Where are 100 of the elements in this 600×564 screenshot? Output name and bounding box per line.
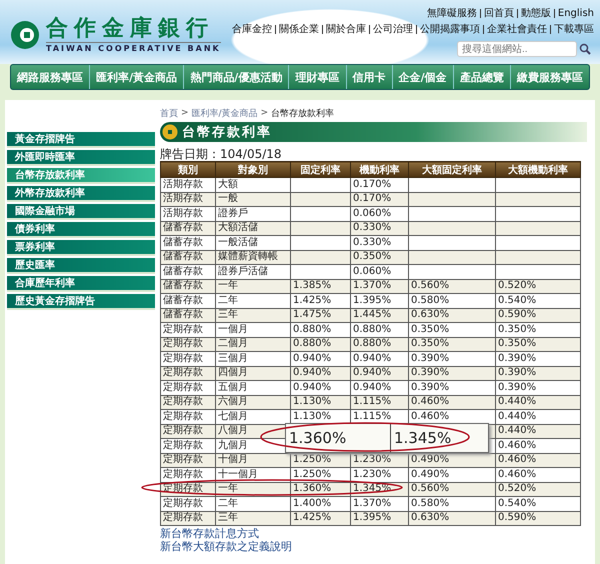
header-link[interactable]: English: [558, 8, 594, 18]
sidebar-item[interactable]: 黃金存摺牌告: [7, 132, 155, 148]
table-cell: 1.395%: [350, 511, 408, 526]
header-link[interactable]: 公司治理: [373, 22, 413, 36]
column-header: 機動利率: [350, 162, 408, 178]
info-link[interactable]: 新台幣大額存款之定義說明: [160, 540, 292, 553]
header-link[interactable]: 企業社會責任: [487, 22, 547, 36]
nav-item[interactable]: 產品總覽: [454, 65, 511, 89]
header-link[interactable]: 動態版: [520, 6, 551, 20]
table-cell: 儲蓄存款: [160, 264, 216, 279]
header-link[interactable]: 關於合庫: [326, 22, 366, 36]
table-cell: 定期存款: [160, 511, 216, 526]
nav-item[interactable]: 信用卡: [346, 65, 393, 89]
table-cell: 0.560%: [408, 279, 496, 294]
table-cell: 定期存款: [160, 395, 216, 410]
sidebar-item[interactable]: 歷史匯率: [7, 258, 155, 274]
header-link[interactable]: 關係企業: [279, 22, 319, 36]
header-link[interactable]: 下載專區: [554, 22, 594, 36]
table-cell: 0.590%: [496, 308, 580, 322]
sidebar-item[interactable]: 票券利率: [7, 240, 155, 256]
table-cell: 十個月: [216, 453, 290, 468]
header-link[interactable]: 公開揭露事項: [420, 22, 480, 36]
table-cell: 0.350%: [350, 250, 408, 264]
sidebar-item[interactable]: 台幣存放款利率: [7, 168, 155, 184]
table-cell: 定期存款: [160, 424, 216, 438]
search-icon[interactable]: [579, 43, 591, 55]
table-cell: 0.940%: [350, 380, 408, 395]
callout-value: 1.360%: [286, 424, 391, 452]
table-cell: 0.390%: [408, 380, 496, 395]
table-cell: 0.630%: [408, 308, 496, 322]
table-cell: 0.440%: [496, 424, 580, 438]
header-link[interactable]: 回首頁: [484, 6, 514, 20]
table-cell: 0.880%: [350, 322, 408, 337]
table-cell: 0.390%: [496, 380, 580, 395]
table-cell: 0.540%: [496, 496, 580, 511]
breadcrumb-separator: >: [260, 108, 268, 118]
table-cell: 0.170%: [350, 192, 408, 206]
table-cell: 媒體薪資轉帳: [216, 250, 290, 264]
table-cell: 0.440%: [496, 410, 580, 424]
table-cell: 0.490%: [408, 453, 496, 468]
table-cell: 0.390%: [496, 352, 580, 366]
table-cell: 儲蓄存款: [160, 236, 216, 250]
table-cell: 七個月: [216, 410, 290, 424]
page-title: 台幣存款利率: [182, 124, 272, 141]
sidebar-item[interactable]: 歷史黃金存摺牌告: [7, 294, 155, 310]
table-cell: 0.350%: [496, 322, 580, 337]
table-cell: 0.390%: [408, 352, 496, 366]
nav-item[interactable]: 網路服務專區: [11, 65, 90, 89]
nav-item[interactable]: 理財專區: [289, 65, 346, 89]
table-cell: 儲蓄存款: [160, 279, 216, 294]
sidebar-item[interactable]: 外幣存放款利率: [7, 186, 155, 202]
table-cell: 證券戶活儲: [216, 264, 290, 279]
nav-item[interactable]: 繳費服務專區: [510, 65, 589, 89]
table-cell: 0.520%: [496, 482, 580, 496]
bank-name: 合作金庫銀行: [46, 17, 215, 42]
table-cell: 三年: [216, 308, 290, 322]
table-cell: 0.880%: [290, 322, 350, 337]
column-header: 對象別: [216, 162, 290, 178]
column-header: 大額固定利率: [408, 162, 496, 178]
nav-item[interactable]: 企金/個金: [392, 65, 454, 89]
sidebar-item[interactable]: 外匯即時匯率: [7, 150, 155, 166]
table-cell: 定期存款: [160, 366, 216, 380]
table-cell: 六個月: [216, 395, 290, 410]
nav-item[interactable]: 匯利率/黃金商品: [90, 65, 184, 89]
table-cell: 0.330%: [350, 221, 408, 236]
table-cell: 0.580%: [408, 294, 496, 308]
table-cell: 定期存款: [160, 438, 216, 453]
table-cell: 一般: [216, 192, 290, 206]
table-cell: 0.940%: [290, 366, 350, 380]
table-cell: 1.370%: [350, 279, 408, 294]
table-cell: 0.940%: [350, 366, 408, 380]
nav-item[interactable]: 熱門商品/優惠活動: [184, 65, 290, 89]
header-link[interactable]: 合庫金控: [232, 22, 272, 36]
table-cell: 證券戶: [216, 206, 290, 221]
table-cell: 1.425%: [290, 294, 350, 308]
table-cell: 1.370%: [350, 496, 408, 511]
table-cell: 活期存款: [160, 206, 216, 221]
table-cell: 1.425%: [290, 511, 350, 526]
table-cell: 一般活儲: [216, 236, 290, 250]
table-cell: 二年: [216, 496, 290, 511]
bank-english-name: TAIWAN COOPERATIVE BANK: [46, 42, 221, 53]
bank-logo-icon: [10, 20, 40, 50]
coin-icon: [162, 124, 178, 140]
info-link[interactable]: 新台幣存款計息方式: [160, 527, 259, 540]
table-cell: 儲蓄存款: [160, 308, 216, 322]
sidebar-item[interactable]: 國際金融市場: [7, 204, 155, 220]
sidebar-item[interactable]: 合庫歷年利率: [7, 276, 155, 292]
table-cell: 大額活儲: [216, 221, 290, 236]
table-cell: 定期存款: [160, 496, 216, 511]
sidebar-item[interactable]: 債券利率: [7, 222, 155, 238]
header-link[interactable]: 無障礙服務: [426, 6, 477, 20]
column-header: 固定利率: [290, 162, 350, 178]
breadcrumb-link[interactable]: 台幣存放款利率: [271, 106, 334, 120]
table-cell: 1.395%: [350, 294, 408, 308]
search-field[interactable]: 搜尋這個網站..: [457, 41, 577, 57]
table-cell: 0.940%: [290, 380, 350, 395]
breadcrumb-link[interactable]: 匯利率/黃金商品: [192, 106, 258, 120]
table-cell: 0.580%: [408, 496, 496, 511]
breadcrumb-link[interactable]: 首頁: [160, 106, 178, 120]
table-cell: 定期存款: [160, 410, 216, 424]
